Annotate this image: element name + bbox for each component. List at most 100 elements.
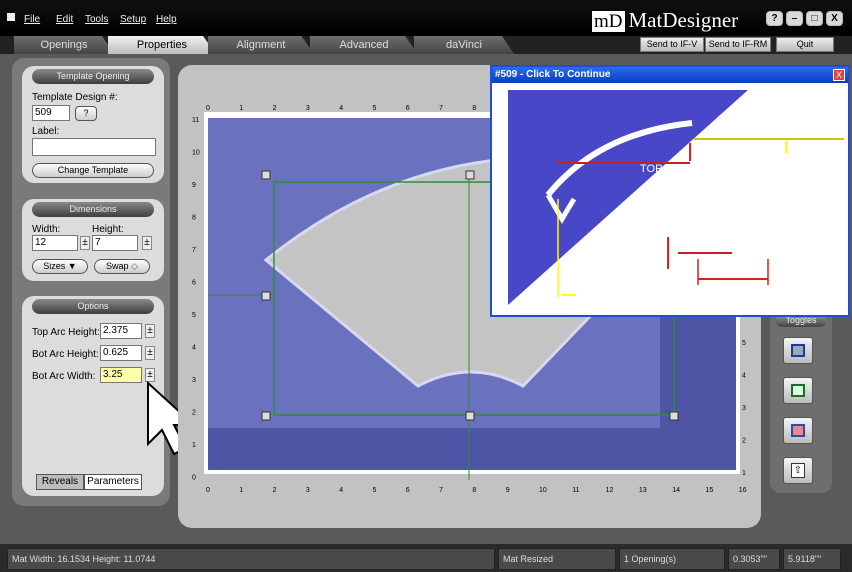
ruler-tick-label: 5 [192, 312, 196, 319]
top-arc-height-stepper[interactable]: ± [145, 324, 155, 338]
toggle-frame-button[interactable] [783, 377, 813, 404]
menu-help[interactable]: Help [156, 14, 177, 25]
ruler-tick-label: 12 [606, 487, 614, 494]
toggle-fit-view-button[interactable] [783, 337, 813, 364]
fit-view-icon [791, 344, 805, 357]
ruler-tick-label: 2 [273, 487, 277, 494]
tab-advanced[interactable]: Advanced [310, 36, 418, 54]
close-window-button[interactable]: X [826, 11, 843, 26]
ruler-right: 543210 [742, 340, 746, 477]
status-message: Mat Resized [498, 548, 616, 570]
swap-label: Swap [106, 261, 129, 271]
group-title: Dimensions [32, 202, 154, 217]
logo-badge: mD [592, 11, 625, 32]
ruler-tick-label: 4 [339, 487, 343, 494]
swap-icon: ◇ [131, 261, 138, 271]
width-stepper[interactable]: ± [80, 236, 90, 250]
tab-properties[interactable]: Properties [108, 36, 216, 54]
menu-file[interactable]: File [24, 14, 40, 25]
tab-openings[interactable]: Openings [14, 36, 114, 54]
label-width: WIDTH [584, 288, 624, 302]
status-coord-x: 0.3053"" [728, 548, 780, 570]
top-arc-height-label: Top Arc Height: [32, 327, 100, 338]
ruler-tick-label: 1 [239, 487, 243, 494]
help-window-button[interactable]: ? [766, 11, 783, 26]
design-number-input[interactable]: 509 [32, 105, 70, 121]
menu-edit[interactable]: Edit [56, 14, 73, 25]
ruler-tick-label: 8 [192, 215, 196, 222]
ruler-tick-label: 2 [273, 105, 277, 112]
resize-handle[interactable] [261, 291, 271, 301]
resize-handle[interactable] [261, 411, 271, 421]
ruler-tick-label: 1 [742, 470, 746, 477]
ruler-tick-label: 15 [706, 487, 714, 494]
width-input[interactable]: 12 [32, 235, 78, 251]
diagram-bottom-arc [679, 246, 781, 262]
ruler-tick-label: 5 [373, 487, 377, 494]
design-help-button[interactable]: ? [75, 106, 97, 121]
width-label: Width: [32, 224, 61, 235]
ruler-tick-label: 1 [192, 442, 196, 449]
menu-bar: File Edit Tools Setup Help mD MatDesigner… [0, 0, 852, 36]
label-bot-arc-height: BOT ARC HEIGHT [582, 248, 667, 259]
toggles-panel: Toggles ⇧ [770, 305, 832, 493]
ruler-tick-label: 6 [192, 280, 196, 287]
resize-handle[interactable] [261, 170, 271, 180]
label-top-arc-height: TOP ARC HEIGHT [640, 163, 733, 175]
ruler-tick-label: 7 [439, 487, 443, 494]
ruler-tick-label: 6 [406, 487, 410, 494]
resize-handle[interactable] [465, 411, 475, 421]
group-title: Options [32, 299, 154, 314]
menu-tools[interactable]: Tools [85, 14, 108, 25]
template-diagram [508, 90, 844, 305]
tab-alignment[interactable]: Alignment [208, 36, 314, 54]
toggle-upload-button[interactable]: ⇧ [783, 457, 813, 484]
ruler-tick-label: 14 [672, 487, 680, 494]
menu-setup[interactable]: Setup [120, 14, 146, 25]
ruler-tick-label: 1 [239, 105, 243, 112]
logo-text: MatDesigner [628, 8, 739, 32]
label-bot-arc-width: BOT ARC WIDTH [694, 290, 774, 301]
maximize-button[interactable]: □ [806, 11, 823, 26]
label-height: HEIGHT [760, 162, 810, 177]
ruler-left: 11109876543210 [192, 117, 200, 482]
ruler-tick-label: 9 [192, 182, 196, 189]
status-mat-size: Mat Width: 16.1534 Height: 11.0744 [7, 548, 495, 570]
close-icon[interactable]: X [833, 69, 845, 81]
send-to-ifrm-button[interactable]: Send to IF-RM [705, 37, 771, 52]
dimensions-group: Dimensions Width: Height: 12 ± 7 ± Sizes… [22, 199, 164, 281]
ruler-tick-label: 6 [406, 105, 410, 112]
ruler-tick-label: 0 [192, 475, 196, 482]
top-arc-height-input[interactable]: 2.375 [100, 323, 142, 339]
bot-arc-height-stepper[interactable]: ± [145, 346, 155, 360]
ruler-tick-label: 0 [206, 105, 210, 112]
height-input[interactable]: 7 [92, 235, 138, 251]
minimize-button[interactable]: – [786, 11, 803, 26]
app-icon[interactable] [7, 13, 15, 21]
group-title: Template Opening [32, 69, 154, 84]
height-stepper[interactable]: ± [142, 236, 152, 250]
bot-arc-width-label: Bot Arc Width: [32, 371, 96, 382]
change-template-button[interactable]: Change Template [32, 163, 154, 178]
bot-arc-width-input[interactable]: 3.25 [100, 367, 142, 383]
ruler-tick-label: 4 [339, 105, 343, 112]
resize-handle[interactable] [669, 411, 679, 421]
swap-button[interactable]: Swap ◇ [94, 259, 150, 274]
ruler-tick-label: 4 [192, 345, 196, 352]
ruler-tick-label: 13 [639, 487, 647, 494]
send-to-ifv-button[interactable]: Send to IF-V [640, 37, 704, 52]
ruler-tick-label: 2 [192, 410, 196, 417]
ruler-tick-label: 3 [306, 487, 310, 494]
toggle-center-button[interactable] [783, 417, 813, 444]
arrow-up-icon: ⇧ [791, 463, 805, 478]
tab-davinci[interactable]: daVinci [414, 36, 514, 54]
tab-parameters[interactable]: Parameters [84, 474, 142, 490]
sizes-dropdown[interactable]: Sizes ▼ [32, 259, 88, 274]
bot-arc-height-input[interactable]: 0.625 [100, 345, 142, 361]
label-input[interactable] [32, 138, 156, 156]
tab-reveals[interactable]: Reveals [36, 474, 84, 490]
options-group: Options Top Arc Height: 2.375 ± Bot Arc … [22, 296, 164, 496]
template-help-popup[interactable]: #509 - Click To Continue X TOP ARC HEIGH… [490, 65, 850, 317]
resize-handle[interactable] [465, 170, 475, 180]
quit-button[interactable]: Quit [776, 37, 834, 52]
